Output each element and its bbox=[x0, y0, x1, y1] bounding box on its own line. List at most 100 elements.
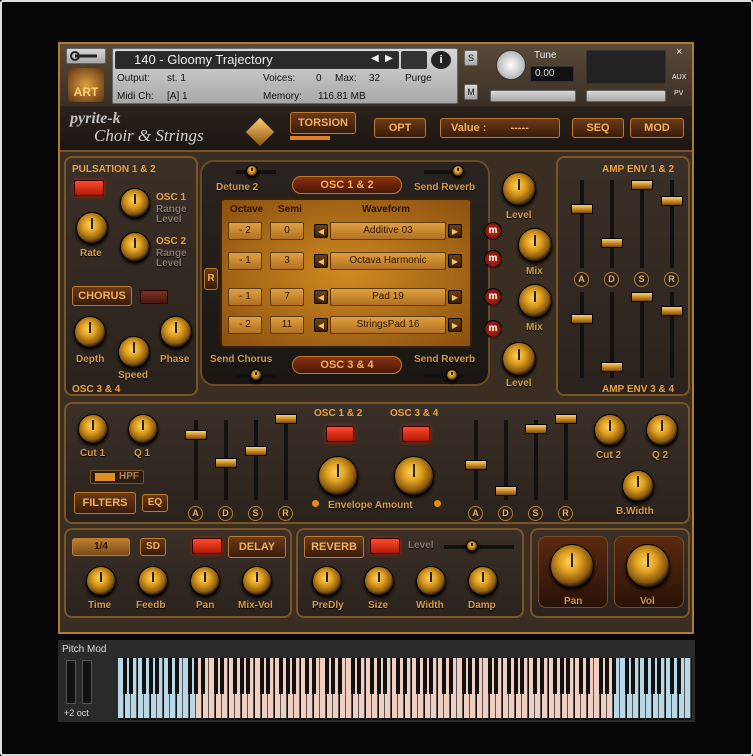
info-icon[interactable]: i bbox=[431, 51, 451, 69]
filter-osc34-toggle[interactable] bbox=[402, 426, 430, 442]
amp12-s-slider[interactable] bbox=[631, 180, 653, 268]
filt2-a-slider[interactable] bbox=[465, 420, 487, 500]
piano-keys[interactable] bbox=[118, 658, 692, 720]
mute-osc4-button[interactable]: m bbox=[484, 320, 502, 338]
predly-knob[interactable] bbox=[312, 566, 342, 596]
max-value[interactable]: 32 bbox=[369, 73, 380, 84]
q1-knob[interactable] bbox=[128, 414, 158, 444]
black-key[interactable] bbox=[487, 658, 492, 694]
r-button[interactable]: R bbox=[204, 268, 218, 290]
delay-rate-value[interactable]: 1/4 bbox=[72, 538, 130, 556]
delay-button[interactable]: DELAY bbox=[228, 536, 286, 558]
filt2-r-slider[interactable] bbox=[555, 414, 577, 500]
black-key[interactable] bbox=[311, 658, 316, 694]
black-key[interactable] bbox=[279, 658, 284, 694]
mod-button[interactable]: MOD bbox=[630, 118, 684, 138]
wrench-icon[interactable] bbox=[66, 48, 106, 64]
close-icon[interactable]: × bbox=[676, 46, 682, 58]
pitch-wheel[interactable] bbox=[66, 660, 76, 704]
black-key[interactable] bbox=[266, 658, 271, 694]
black-key[interactable] bbox=[324, 658, 329, 694]
depth-knob[interactable] bbox=[74, 316, 106, 348]
wave-next-icon[interactable]: ▶ bbox=[448, 224, 462, 238]
black-key[interactable] bbox=[187, 658, 192, 694]
octave-value[interactable]: - 1 bbox=[228, 252, 262, 270]
black-key[interactable] bbox=[259, 658, 264, 694]
black-key[interactable] bbox=[416, 658, 421, 694]
mute-osc3-button[interactable]: m bbox=[484, 288, 502, 306]
black-key[interactable] bbox=[650, 658, 655, 694]
black-key[interactable] bbox=[474, 658, 479, 694]
mix34-knob[interactable] bbox=[518, 284, 552, 318]
cut1-knob[interactable] bbox=[78, 414, 108, 444]
black-key[interactable] bbox=[448, 658, 453, 694]
black-key[interactable] bbox=[376, 658, 381, 694]
amp12-a-slider[interactable] bbox=[571, 180, 593, 268]
wave-next-icon[interactable]: ▶ bbox=[448, 254, 462, 268]
black-key[interactable] bbox=[239, 658, 244, 694]
waveform-value[interactable]: Pad 19 bbox=[330, 288, 446, 306]
black-key[interactable] bbox=[122, 658, 127, 694]
opt-button[interactable]: OPT bbox=[374, 118, 426, 138]
seq-button[interactable]: SEQ bbox=[572, 118, 624, 138]
waveform-value[interactable]: Octava Harmonic bbox=[330, 252, 446, 270]
black-key[interactable] bbox=[142, 658, 147, 694]
send-reverb-bottom-slider[interactable] bbox=[424, 369, 464, 381]
black-key[interactable] bbox=[370, 658, 375, 694]
amp34-d-slider[interactable] bbox=[601, 292, 623, 378]
black-key[interactable] bbox=[148, 658, 153, 694]
black-key[interactable] bbox=[507, 658, 512, 694]
wave-next-icon[interactable]: ▶ bbox=[448, 318, 462, 332]
volume-slider[interactable] bbox=[586, 90, 666, 102]
pv-button[interactable]: PV bbox=[674, 90, 683, 97]
amp34-r-slider[interactable] bbox=[661, 292, 683, 378]
black-key[interactable] bbox=[403, 658, 407, 694]
master-vol-knob[interactable] bbox=[626, 544, 670, 588]
camera-icon[interactable] bbox=[401, 51, 427, 69]
black-key[interactable] bbox=[494, 658, 499, 694]
wave-prev-icon[interactable]: ◀ bbox=[314, 318, 328, 332]
black-key[interactable] bbox=[513, 658, 518, 694]
semi-value[interactable]: 3 bbox=[270, 252, 304, 270]
black-key[interactable] bbox=[331, 658, 336, 694]
osc2-range-knob[interactable] bbox=[120, 232, 150, 262]
octave-shift[interactable]: +2 oct bbox=[64, 708, 89, 718]
mute-button[interactable]: M bbox=[464, 84, 478, 100]
black-key[interactable] bbox=[357, 658, 362, 694]
black-key[interactable] bbox=[350, 658, 355, 694]
filt1-r-slider[interactable] bbox=[275, 414, 297, 500]
black-key[interactable] bbox=[383, 658, 388, 694]
black-key[interactable] bbox=[442, 658, 447, 694]
reverb-toggle[interactable] bbox=[370, 538, 400, 554]
filter-osc12-toggle[interactable] bbox=[326, 426, 354, 442]
delay-pan-knob[interactable] bbox=[190, 566, 220, 596]
aux-button[interactable]: AUX bbox=[672, 74, 686, 81]
black-key[interactable] bbox=[533, 658, 538, 694]
reverb-button[interactable]: REVERB bbox=[304, 536, 364, 558]
mod-wheel[interactable] bbox=[82, 660, 92, 704]
phase-knob[interactable] bbox=[160, 316, 192, 348]
prev-preset-icon[interactable]: ◀ bbox=[371, 53, 379, 64]
black-key[interactable] bbox=[553, 658, 558, 694]
mute-osc2-button[interactable]: m bbox=[484, 250, 502, 268]
black-key[interactable] bbox=[579, 658, 584, 694]
black-key[interactable] bbox=[631, 658, 636, 694]
black-key[interactable] bbox=[220, 658, 225, 694]
mute-osc1-button[interactable]: m bbox=[484, 222, 502, 240]
black-key[interactable] bbox=[285, 658, 290, 694]
black-key[interactable] bbox=[337, 658, 342, 694]
semi-value[interactable]: 7 bbox=[270, 288, 304, 306]
time-knob[interactable] bbox=[86, 566, 116, 596]
cut2-knob[interactable] bbox=[594, 414, 626, 446]
white-key[interactable] bbox=[685, 658, 692, 718]
filt1-d-slider[interactable] bbox=[215, 420, 237, 500]
black-key[interactable] bbox=[213, 658, 218, 694]
mixvol-knob[interactable] bbox=[242, 566, 272, 596]
semi-value[interactable]: 11 bbox=[270, 316, 304, 334]
q2-knob[interactable] bbox=[646, 414, 678, 446]
send-reverb-top-slider[interactable] bbox=[424, 165, 464, 177]
black-key[interactable] bbox=[429, 658, 434, 694]
filters-button[interactable]: FILTERS bbox=[74, 492, 136, 514]
black-key[interactable] bbox=[246, 658, 251, 694]
wave-prev-icon[interactable]: ◀ bbox=[314, 224, 328, 238]
